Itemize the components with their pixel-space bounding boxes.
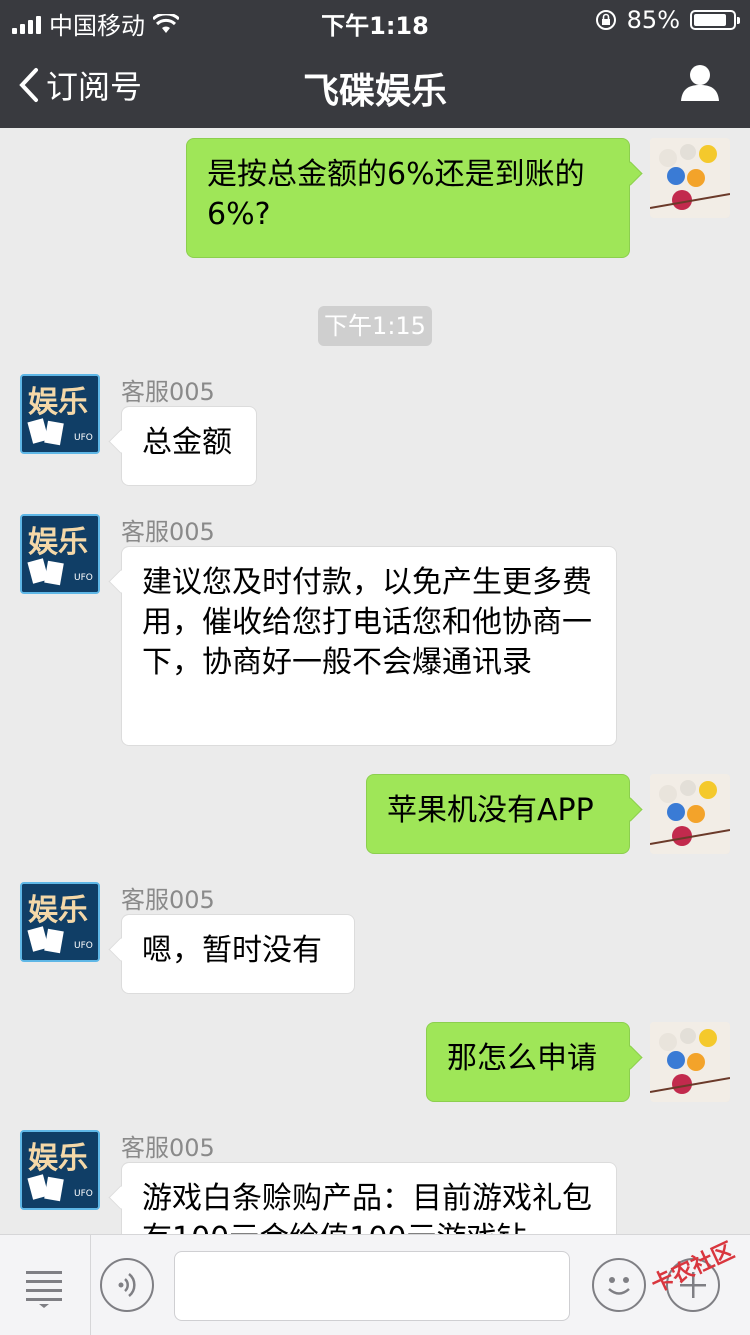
palette-image: [650, 1022, 730, 1102]
service-avatar[interactable]: 娱乐 UFO: [20, 882, 100, 962]
message-bubble-received[interactable]: 嗯，暂时没有: [121, 914, 355, 994]
message-input[interactable]: [174, 1251, 570, 1321]
message-bubble-sent[interactable]: 苹果机没有APP: [366, 774, 630, 854]
menu-toggle-button[interactable]: [24, 1267, 64, 1313]
svg-text:娱乐: 娱乐: [28, 1141, 88, 1176]
sender-name: 客服005: [121, 886, 215, 914]
service-avatar[interactable]: 娱乐 UFO: [20, 514, 100, 594]
battery-icon: [690, 10, 740, 30]
svg-text:娱乐: 娱乐: [28, 385, 88, 420]
service-avatar[interactable]: 娱乐 UFO: [20, 374, 100, 454]
my-avatar[interactable]: [650, 138, 730, 218]
game-logo-icon: 娱乐 UFO: [22, 376, 98, 452]
user-icon: [681, 65, 719, 101]
message-bubble-sent[interactable]: 那怎么申请: [426, 1022, 630, 1102]
svg-text:UFO: UFO: [74, 1189, 93, 1199]
top-bar: 中国移动 下午1:18 85% 订阅号 飞碟娱乐: [0, 0, 750, 128]
game-logo-icon: 娱乐 UFO: [22, 516, 98, 592]
message-bubble-received[interactable]: 游戏白条赊购产品：目前游戏礼包有100元会绘值100元游戏钻: [121, 1162, 617, 1234]
emoji-button[interactable]: [592, 1258, 646, 1312]
svg-text:UFO: UFO: [74, 941, 93, 951]
input-bar: [0, 1234, 750, 1335]
page-title: 飞碟娱乐: [302, 71, 447, 112]
game-logo-icon: 娱乐 UFO: [22, 1132, 98, 1208]
palette-image: [650, 774, 730, 854]
message-bubble-received[interactable]: 建议您及时付款，以免产生更多费用，催收给您打电话您和他协商一下，协商好一般不会爆…: [121, 546, 617, 746]
battery-fill: [694, 14, 727, 26]
nav-bar: 订阅号 飞碟娱乐: [0, 40, 750, 128]
my-avatar[interactable]: [650, 1022, 730, 1102]
rotation-lock-icon: [595, 10, 616, 30]
message-bubble-sent[interactable]: 是按总金额的6%还是到账的6%?: [186, 138, 630, 258]
chat-area[interactable]: 是按总金额的6%还是到账的6%? 下午1:15 娱乐 UFO 客服005 总金额…: [0, 128, 750, 1234]
voice-icon: [118, 1273, 136, 1297]
palette-image: [650, 138, 730, 218]
sender-name: 客服005: [121, 518, 215, 546]
chat-timestamp: 下午1:15: [318, 306, 432, 346]
sender-name: 客服005: [121, 1134, 215, 1162]
svg-text:UFO: UFO: [74, 573, 93, 583]
message-bubble-received[interactable]: 总金额: [121, 406, 257, 486]
status-bar: 中国移动 下午1:18 85%: [0, 0, 750, 40]
service-avatar[interactable]: 娱乐 UFO: [20, 1130, 100, 1210]
menu-list-icon: [26, 1271, 62, 1308]
svg-text:UFO: UFO: [74, 433, 93, 443]
my-avatar[interactable]: [650, 774, 730, 854]
battery-percent: 85%: [626, 6, 680, 34]
voice-button[interactable]: [100, 1258, 154, 1312]
sender-name: 客服005: [121, 378, 215, 406]
game-logo-icon: 娱乐 UFO: [22, 884, 98, 960]
svg-text:娱乐: 娱乐: [28, 525, 88, 560]
divider: [90, 1235, 91, 1335]
svg-text:娱乐: 娱乐: [28, 893, 88, 928]
emoji-icon: [608, 1277, 630, 1295]
profile-button[interactable]: [680, 64, 720, 106]
